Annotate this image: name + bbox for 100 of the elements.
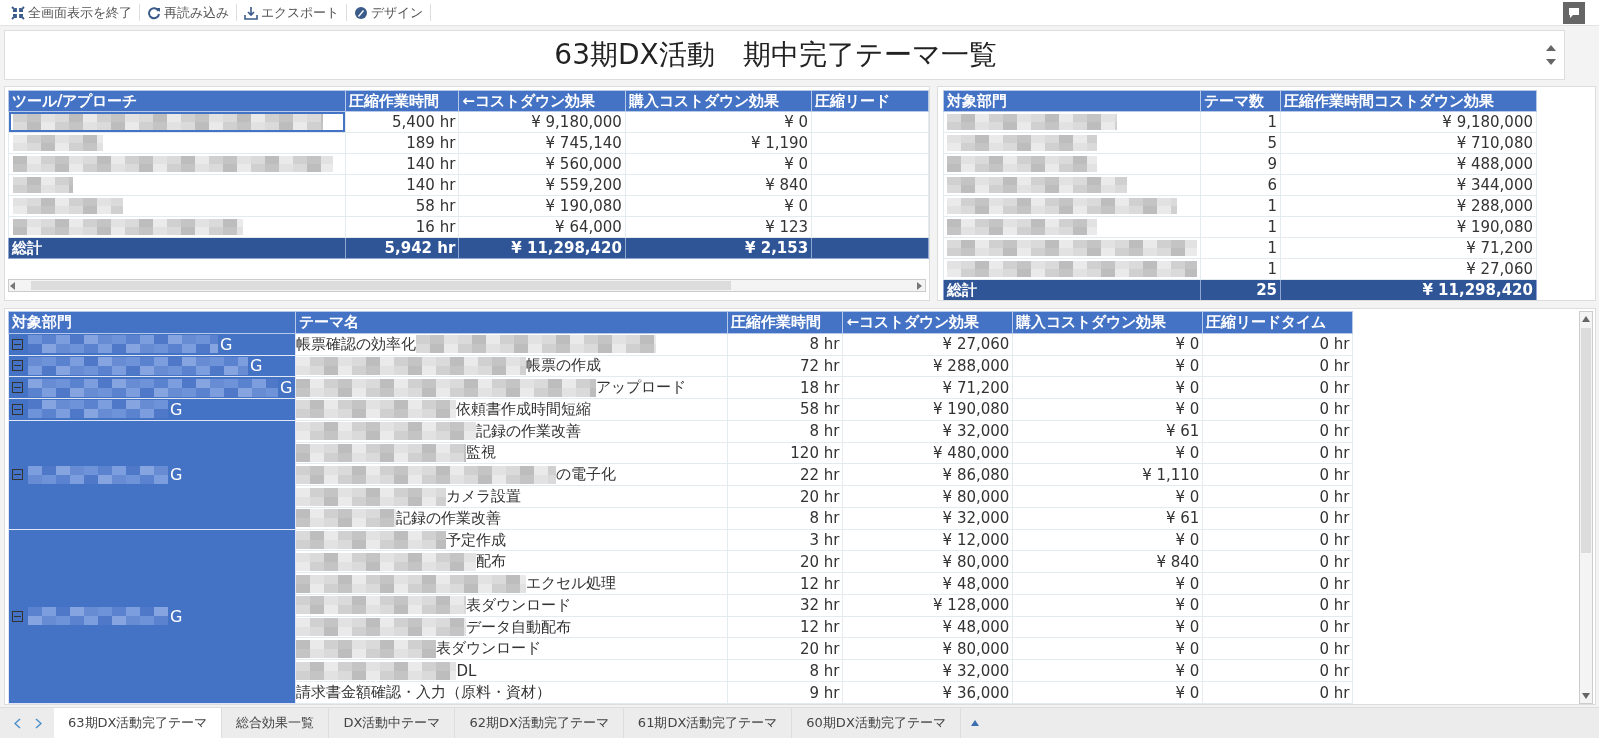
column-header[interactable]: 圧縮作業時間 [345,90,459,112]
scroll-up-icon[interactable] [1582,316,1590,322]
column-header[interactable]: テーマ数 [1200,90,1281,112]
table-cell: ¥ 80,000 [842,485,1013,508]
table-cell: ¥ 32,000 [842,659,1013,682]
table-cell: 72 hr [727,355,843,377]
table-cell: 140 hr [345,153,459,175]
table-cell: ¥ 0 [625,153,812,175]
column-header[interactable]: ←コストダウン効果 [842,311,1013,334]
scroll-down-icon[interactable] [1546,59,1556,65]
table-cell: ¥ 9,180,000 [1280,111,1537,133]
table-cell: 20 hr [727,638,843,660]
scroll-down-icon[interactable] [1582,693,1590,699]
table-cell: ¥ 36,000 [842,681,1013,704]
theme-name: 記録の作業改善 [396,508,502,528]
table-cell: ¥ 32,000 [842,420,1013,443]
table-cell: 8 hr [727,420,843,443]
sheet-tab[interactable]: 61期DX活動完了テーマ [623,708,793,738]
theme-name: 予定作成 [446,530,507,550]
exit-fullscreen-icon [11,5,25,20]
column-header[interactable]: 購入コストダウン効果 [1012,311,1203,334]
column-header[interactable]: 圧縮作業時間 [727,311,843,334]
collapse-toggle[interactable] [12,338,23,350]
table-cell: 0 hr [1202,550,1353,573]
table-cell: ¥ 710,080 [1280,132,1537,154]
column-header[interactable]: 対象部門 [8,311,296,334]
collapse-toggle[interactable] [12,382,23,394]
sheet-list-icon[interactable] [970,720,979,726]
sheet-tab[interactable]: DX活動中テーマ [329,708,456,738]
sheet-tab[interactable]: 60期DX活動完了テーマ [792,708,961,738]
next-sheet-icon[interactable] [35,717,42,729]
table-cell: ¥ 344,000 [1280,174,1537,196]
table-cell: ¥ 61 [1012,507,1203,530]
table-cell: ¥ 71,200 [842,376,1013,399]
sheet-tab[interactable]: 63期DX活動完了テーマ [54,708,223,738]
theme-name: 記録の作業改善 [476,421,582,441]
sheet-tab[interactable]: 62期DX活動完了テーマ [455,708,624,738]
table-cell: ¥ 71,200 [1280,237,1537,259]
toolbar-button[interactable]: デザイン [347,4,431,21]
column-header[interactable]: 対象部門 [943,90,1201,112]
table-cell: ¥ 12,000 [842,529,1013,551]
row-header-cell[interactable] [9,112,345,132]
table-cell: ¥ 745,140 [458,132,626,154]
collapse-toggle[interactable] [12,403,23,415]
table-cell: ¥ 0 [1012,638,1203,660]
total-cell: 総計 [943,279,1201,300]
table-cell: 9 [1200,153,1281,175]
column-header[interactable]: テーマ名 [295,311,728,334]
table-cell: ¥ 0 [1012,681,1203,704]
toolbar-button[interactable]: 全画面表示を終了 [4,4,140,21]
department-suffix: G [170,606,183,626]
table-cell: 0 hr [1202,507,1353,530]
department-suffix: G [220,334,233,354]
table-cell: 0 hr [1202,420,1353,443]
theme-name: 表ダウンロード [466,595,572,615]
previous-sheet-icon[interactable] [14,717,21,729]
table-cell: 16 hr [345,216,459,238]
column-header[interactable]: ←コストダウン効果 [458,90,626,112]
table-cell: 5,400 hr [345,111,459,133]
report-title: 63期DX活動 期中完了テーマ一覧 [553,37,998,73]
collapse-toggle[interactable] [12,469,23,481]
theme-name: 配布 [476,552,507,572]
total-cell: 総計 [8,237,346,259]
table-cell: 12 hr [727,572,843,595]
scroll-right-icon[interactable] [915,281,923,290]
table-cell: ¥ 9,180,000 [458,111,626,133]
collapse-toggle[interactable] [12,610,23,622]
pencil-circle-icon [354,5,368,20]
table-cell: ¥ 61 [1012,420,1203,443]
department-suffix: G [280,378,293,398]
scroll-up-icon[interactable] [1546,45,1556,51]
column-header[interactable]: 圧縮リードタイム [1202,311,1353,334]
comment-button[interactable] [1563,1,1585,24]
table-cell: 22 hr [727,463,843,486]
horizontal-scrollbar[interactable] [8,279,926,292]
table-cell: 18 hr [727,376,843,399]
table-cell: 189 hr [345,132,459,154]
toolbar-button[interactable]: 再読み込み [140,4,237,21]
theme-name: カメラ設置 [446,487,522,506]
toolbar-button[interactable]: エクスポート [237,4,347,21]
column-header[interactable]: 圧縮作業時間コストダウン効果 [1280,90,1537,112]
collapse-toggle[interactable] [12,360,23,372]
scroll-left-icon[interactable] [9,281,17,290]
table-cell: 0 hr [1202,659,1353,682]
table-cell: 0 hr [1202,333,1353,356]
table-cell: ¥ 123 [625,216,812,238]
column-header[interactable]: 圧縮リード [811,90,929,112]
table-cell: 0 hr [1202,594,1353,617]
table-cell: 140 hr [345,174,459,196]
theme-name: 請求書金額確認・入力（原料・資材） [296,683,552,702]
theme-name: データ自動配布 [466,617,572,637]
column-header[interactable]: ツール/アプローチ [8,90,346,112]
table-cell: ¥ 86,080 [842,463,1013,486]
column-header[interactable]: 購入コストダウン効果 [625,90,812,112]
theme-name: アップロード [596,378,687,398]
table-cell: ¥ 0 [1012,355,1203,377]
theme-name: 依頼書作成時間短縮 [456,399,592,419]
sheet-tab[interactable]: 総合効果一覧 [222,708,330,738]
table-cell: ¥ 32,000 [842,507,1013,530]
vertical-scrollbar[interactable] [1579,311,1593,704]
